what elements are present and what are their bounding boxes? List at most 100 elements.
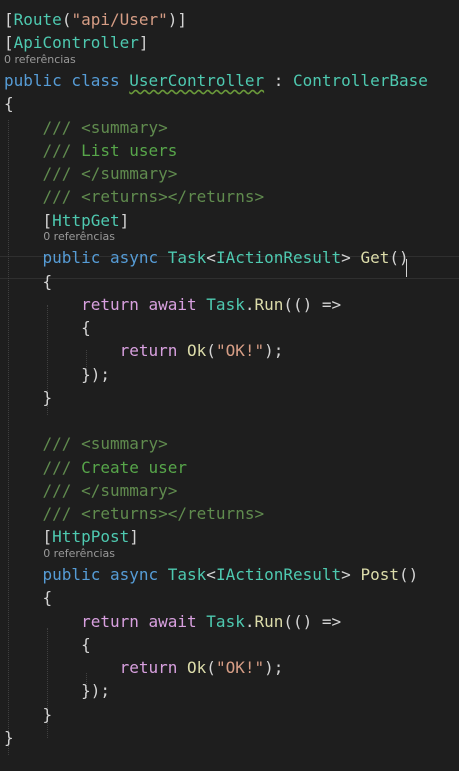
code-token: );: [264, 341, 284, 361]
code-line[interactable]: return Ok("OK!");: [4, 339, 284, 362]
code-token: ControllerBase: [293, 71, 428, 90]
code-token: :: [264, 71, 293, 90]
codelens-references-link[interactable]: 0 referências: [43, 547, 115, 561]
code-token: List users: [81, 140, 178, 160]
code-token: ]: [119, 210, 130, 230]
code-token: IActionResult: [215, 248, 342, 268]
code-token: [: [4, 10, 14, 29]
code-token: return await: [81, 294, 207, 314]
code-token: ///: [42, 480, 82, 500]
code-editor[interactable]: [Route("api/User")] [ApiController] 0 refe…: [0, 0, 459, 771]
code-token: {: [4, 94, 14, 114]
code-token: [: [4, 527, 53, 547]
code-token: (() =>: [283, 294, 342, 314]
code-token: )]: [167, 10, 188, 29]
code-line[interactable]: /// <returns></returns>: [4, 185, 265, 208]
code-token: return await: [81, 611, 207, 631]
code-token: ///: [42, 504, 82, 523]
code-line[interactable]: /// List users: [4, 139, 178, 162]
code-token: [: [4, 33, 14, 53]
code-token: <summary>: [81, 434, 168, 454]
code-token: HttpPost: [52, 527, 130, 547]
code-line[interactable]: public async Task<IActionResult> Post(): [4, 563, 419, 586]
code-token: <returns></returns>: [81, 504, 265, 523]
code-token: public async: [42, 565, 168, 584]
code-token: Route: [13, 10, 62, 29]
code-line[interactable]: {: [4, 270, 53, 293]
code-line[interactable]: [Route("api/User")]: [4, 8, 187, 31]
code-token: Run: [254, 611, 284, 631]
code-token: <: [206, 565, 216, 584]
code-token: return: [119, 341, 188, 361]
code-token: }: [4, 387, 53, 407]
text-caret: [406, 259, 407, 277]
code-token: (: [61, 10, 72, 29]
code-token: {: [4, 588, 53, 608]
code-token: ///: [42, 434, 82, 454]
code-token: ///: [42, 164, 82, 183]
code-line[interactable]: public async Task<IActionResult> Get(): [4, 246, 409, 269]
code-line[interactable]: [HttpGet]: [4, 209, 130, 232]
code-token: Get: [360, 248, 390, 268]
code-line[interactable]: [ApiController]: [4, 31, 149, 54]
code-token: Ok: [187, 658, 207, 677]
codelens-references-link[interactable]: 0 referências: [4, 53, 76, 67]
code-line[interactable]: /// Create user: [4, 456, 188, 479]
code-token: Post: [360, 565, 399, 584]
code-token: HttpGet: [52, 210, 120, 230]
code-token: [: [4, 210, 53, 230]
code-token: );: [264, 658, 284, 677]
code-token: (: [206, 658, 216, 677]
code-token: (() =>: [283, 611, 342, 631]
code-token: Task: [206, 611, 245, 631]
code-line[interactable]: {: [4, 586, 53, 609]
code-line[interactable]: });: [4, 363, 110, 386]
code-line[interactable]: /// <summary>: [4, 116, 168, 139]
code-token: Ok: [187, 341, 207, 361]
code-token: ///: [42, 187, 82, 207]
code-line[interactable]: return Ok("OK!");: [4, 656, 284, 679]
code-line[interactable]: }: [4, 703, 53, 726]
code-token: }: [4, 727, 14, 747]
code-line[interactable]: return await Task.Run(() =>: [4, 610, 341, 633]
code-line[interactable]: /// </summary>: [4, 479, 178, 502]
code-token: </summary>: [81, 480, 178, 500]
code-token: public async: [42, 248, 168, 268]
code-line[interactable]: {: [4, 92, 14, 115]
code-line[interactable]: return await Task.Run(() =>: [4, 293, 341, 316]
code-token: >: [341, 565, 361, 584]
code-line[interactable]: }: [4, 386, 53, 409]
code-line[interactable]: /// </summary>: [4, 162, 178, 185]
code-line[interactable]: [HttpPost]: [4, 525, 139, 548]
codelens-references-link[interactable]: 0 referências: [43, 230, 115, 244]
code-token: >: [341, 248, 361, 268]
code-token: {: [4, 271, 53, 291]
code-line[interactable]: /// <returns></returns>: [4, 502, 265, 525]
code-token: public class: [4, 71, 130, 90]
code-line[interactable]: {: [4, 633, 91, 656]
code-line[interactable]: /// <summary>: [4, 432, 168, 455]
code-token: <returns></returns>: [81, 187, 265, 207]
code-line[interactable]: {: [4, 316, 91, 339]
code-line[interactable]: });: [4, 679, 110, 702]
code-token: ///: [42, 140, 82, 160]
code-line[interactable]: }: [4, 726, 14, 749]
code-token: <summary>: [81, 117, 168, 137]
class-name-token-with-warning: UserController: [129, 71, 265, 90]
code-token: "OK!": [215, 341, 265, 361]
code-line[interactable]: public class UserController : Controller…: [4, 69, 428, 92]
code-token: Run: [254, 294, 284, 314]
code-token: <: [206, 248, 216, 268]
